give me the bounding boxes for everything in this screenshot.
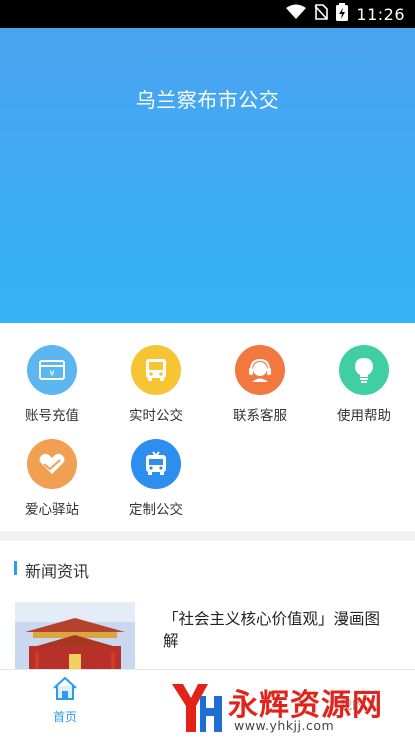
service-customer-support[interactable]: 联系客服 (208, 345, 312, 424)
status-bar: 11:26 (0, 0, 415, 28)
status-time: 11:26 (356, 4, 405, 24)
service-label: 账号充值 (25, 408, 79, 424)
header-banner: 乌兰察布市公交 (0, 28, 415, 323)
service-label: 使用帮助 (337, 408, 391, 424)
service-realtime-bus[interactable]: 实时公交 (104, 345, 208, 424)
news-list-item[interactable]: 「社会主义核心价值观」漫画图解 (0, 600, 415, 670)
service-help[interactable]: 使用帮助 (312, 345, 415, 424)
service-love-station[interactable]: 爱心驿站 (0, 439, 104, 518)
service-grid: ¥ 账号充值 实时公交 联系客服 使用帮助 爱心驿站 定制公交 (0, 323, 415, 531)
tab-home[interactable]: 首页 (35, 674, 95, 725)
news-section-header: 新闻资讯 (0, 541, 415, 591)
wifi-icon (286, 4, 307, 24)
watermark: 永辉资源网 www.yhkjj.com (168, 678, 408, 738)
wallet-icon: ¥ (27, 345, 77, 395)
home-icon (35, 674, 95, 706)
service-label: 定制公交 (129, 502, 183, 518)
watermark-logo (168, 678, 226, 739)
bus-icon (131, 345, 181, 395)
no-sim-icon (314, 4, 329, 24)
news-section-title: 新闻资讯 (25, 562, 90, 581)
service-custom-bus[interactable]: 定制公交 (104, 439, 208, 518)
battery-charging-icon (336, 3, 349, 25)
news-item-title: 「社会主义核心价值观」漫画图解 (163, 610, 381, 650)
svg-text:¥: ¥ (49, 369, 54, 378)
service-recharge[interactable]: ¥ 账号充值 (0, 345, 104, 424)
section-divider (0, 531, 415, 541)
news-thumbnail (15, 602, 135, 670)
headset-icon (235, 345, 285, 395)
service-label: 联系客服 (233, 408, 287, 424)
custom-bus-icon (131, 439, 181, 489)
lightbulb-icon (339, 345, 389, 395)
service-label: 爱心驿站 (25, 502, 79, 518)
heart-icon (27, 439, 77, 489)
service-label: 实时公交 (129, 408, 183, 424)
watermark-url: www.yhkjj.com (234, 718, 335, 733)
page-title: 乌兰察布市公交 (135, 88, 280, 112)
tab-home-label: 首页 (52, 710, 77, 724)
section-accent-bar (14, 561, 17, 575)
